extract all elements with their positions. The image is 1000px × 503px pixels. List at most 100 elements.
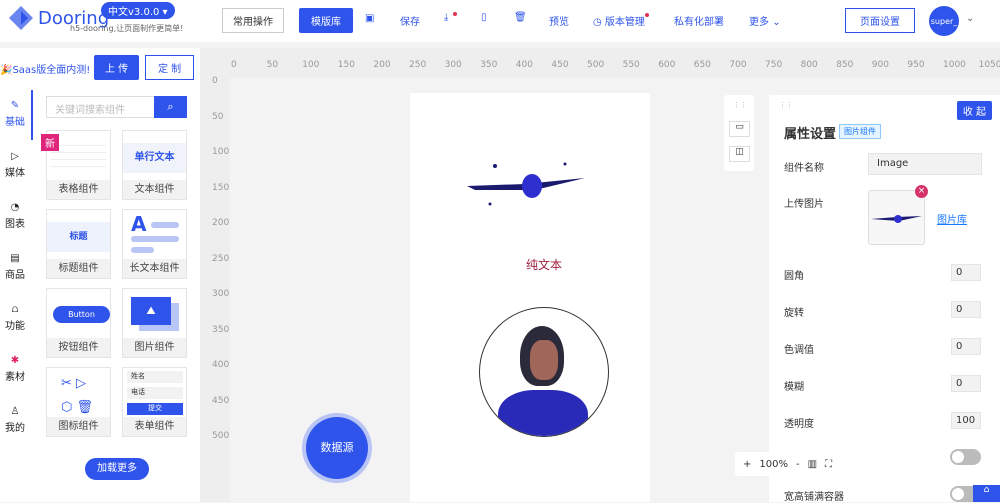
opacity-input[interactable]: 100 xyxy=(951,412,981,429)
component-label: 文本组件 xyxy=(123,180,186,199)
feedback-icon[interactable]: ⌂ xyxy=(973,485,1000,502)
ruler-tick-label: 850 xyxy=(836,60,854,70)
ruler-tick-label: 300 xyxy=(444,60,462,70)
custom-button[interactable]: 定 制 xyxy=(145,55,195,80)
ruler-tick-label: 650 xyxy=(693,60,711,70)
button-preview: Button xyxy=(53,306,110,323)
canvas-phone[interactable]: 纯文本 xyxy=(410,93,650,502)
airplane-image[interactable] xyxy=(465,158,600,208)
left-panel: 🎉Saas版全面内测! 上 传 定 制 ✎ 基础 ▷ 媒体 ◔ 图表 ▤ 商品 ⩍ 功能 … xyxy=(0,48,200,502)
clock-icon: ◷ xyxy=(593,17,605,28)
ruler-tick-label: 250 xyxy=(409,60,427,70)
component-image[interactable]: ⛰ 图片组件 xyxy=(122,288,187,358)
template-lib-button[interactable]: 模版库 xyxy=(299,8,353,33)
category-label: 素材 xyxy=(5,372,25,383)
load-more-button[interactable]: 加载更多 xyxy=(85,458,149,480)
horizontal-ruler: 0 50 100 150 200 250 300 350 400 450 500 550 600 650 7… xyxy=(200,48,1000,78)
ruler-tick-label: 350 xyxy=(212,324,230,335)
image-library-link[interactable]: 图片库 xyxy=(937,211,967,226)
category-media[interactable]: ▷ 媒体 xyxy=(0,151,30,179)
category-label: 图表 xyxy=(5,219,25,230)
ruler-tick-label: 150 xyxy=(212,182,230,193)
page-settings-button[interactable]: 页面设置 xyxy=(845,8,915,33)
download-icon[interactable]: ⤓ xyxy=(444,12,457,23)
rotate-input[interactable]: 0 xyxy=(951,301,981,318)
version-mgmt-button[interactable]: ◷ 版本管理 xyxy=(593,13,649,28)
uploaded-image-thumbnail[interactable] xyxy=(868,190,925,245)
remove-image-icon[interactable]: × xyxy=(915,185,928,198)
desktop-icon[interactable]: ▭ xyxy=(729,121,750,137)
fullscreen-icon[interactable]: ⛶ xyxy=(825,459,832,470)
hue-input[interactable]: 0 xyxy=(951,338,981,355)
save-button[interactable]: 保存 xyxy=(400,13,420,28)
drag-handle-icon[interactable]: ⋮⋮ xyxy=(733,101,747,109)
new-badge: 新 xyxy=(41,134,59,151)
search-input[interactable]: 关键词搜索组件 xyxy=(46,96,156,118)
vertical-ruler: 0 50 100 150 200 250 300 350 400 450 500 xyxy=(200,76,230,502)
ruler-tick-label: 600 xyxy=(658,60,676,70)
blur-label: 模糊 xyxy=(784,382,804,393)
form-name-preview: 姓名 xyxy=(127,371,183,383)
common-ops-button[interactable]: 常用操作 xyxy=(222,8,284,33)
hue-label: 色调值 xyxy=(784,345,814,356)
layout-icon[interactable]: ◫ xyxy=(729,146,750,162)
user-chevron-down-icon[interactable]: ⌄ xyxy=(966,13,974,24)
grid-icon[interactable]: ▥ xyxy=(808,459,817,470)
component-name-input[interactable]: Image xyxy=(868,153,982,175)
dooring-logo-icon xyxy=(9,6,33,30)
drag-handle-icon[interactable]: ⋮⋮ xyxy=(779,101,793,109)
panel-title: 属性设置 xyxy=(784,127,837,142)
radius-input[interactable]: 0 xyxy=(951,264,981,281)
plain-text-element[interactable]: 纯文本 xyxy=(526,256,562,273)
saas-notice[interactable]: 🎉Saas版全面内测! xyxy=(0,61,90,76)
ruler-tick-label: 400 xyxy=(515,60,533,70)
properties-panel: ⋮⋮ 收 起 属性设置 图片组件 组件名称 Image 上传图片 × 图片库 圆… xyxy=(769,95,1000,503)
datasource-button[interactable]: 数据源 xyxy=(306,417,368,479)
ruler-tick-label: 350 xyxy=(480,60,498,70)
search-icon: ⌕ xyxy=(167,100,174,113)
ruler-tick-label: 550 xyxy=(622,60,640,70)
more-menu[interactable]: 更多 ⌄ xyxy=(749,13,781,28)
category-material[interactable]: ✱ 素材 xyxy=(0,355,30,383)
code-icon[interactable]: ▣ xyxy=(365,13,374,24)
component-icon[interactable]: ✂ ▷ ⬡ 🗑 图标组件 xyxy=(46,367,111,437)
component-text[interactable]: 单行文本 文本组件 xyxy=(122,130,187,200)
category-label: 媒体 xyxy=(5,168,25,179)
component-form[interactable]: 姓名 电话 提交 表单组件 xyxy=(122,367,187,437)
slogan: h5-dooring,让页面制作更简单! xyxy=(70,24,184,33)
language-version-select[interactable]: 中文v3.0.0 ▾ xyxy=(101,2,175,19)
category-basic[interactable]: ✎ 基础 xyxy=(0,100,30,128)
collapse-button[interactable]: 收 起 xyxy=(956,101,992,120)
mobile-icon[interactable]: ▯ xyxy=(481,12,487,23)
ruler-tick-label: 400 xyxy=(212,360,230,370)
upload-label: 上传图片 xyxy=(784,199,824,210)
form-submit-preview: 提交 xyxy=(127,403,183,415)
avatar-illustration[interactable] xyxy=(479,307,609,437)
category-goods[interactable]: ▤ 商品 xyxy=(0,253,30,281)
ruler-tick-label: 300 xyxy=(212,289,230,299)
ruler-tick-label: 700 xyxy=(729,60,747,70)
toggle-switch[interactable] xyxy=(950,449,981,465)
category-mine[interactable]: ♙ 我的 xyxy=(0,406,30,434)
blur-input[interactable]: 0 xyxy=(951,375,981,392)
component-label: 图标组件 xyxy=(47,417,110,436)
search-button[interactable]: ⌕ xyxy=(154,96,187,118)
component-title[interactable]: 标题 标题组件 xyxy=(46,209,111,279)
component-button[interactable]: Button 按钮组件 xyxy=(46,288,111,358)
active-category-indicator xyxy=(31,90,33,140)
preview-button[interactable]: 预览 xyxy=(549,13,569,28)
component-label: 标题组件 xyxy=(47,259,110,278)
zoom-controls: + 100% - ▥ ⛶ xyxy=(735,452,858,476)
zoom-level: 100% xyxy=(759,458,788,470)
category-function[interactable]: ⩍ 功能 xyxy=(0,304,30,332)
avatar[interactable]: super_ xyxy=(929,6,959,36)
zoom-in-button[interactable]: + xyxy=(743,459,751,470)
zoom-out-button[interactable]: - xyxy=(796,459,800,470)
category-chart[interactable]: ◔ 图表 xyxy=(0,202,30,230)
more-label: 更多 xyxy=(749,17,769,28)
component-long-text[interactable]: A 长文本组件 xyxy=(122,209,187,279)
upload-button[interactable]: 上 传 xyxy=(94,55,140,80)
user-icon: ♙ xyxy=(10,406,20,417)
delete-icon[interactable]: 🗑 xyxy=(514,12,527,23)
private-deploy-button[interactable]: 私有化部署 xyxy=(674,13,724,28)
